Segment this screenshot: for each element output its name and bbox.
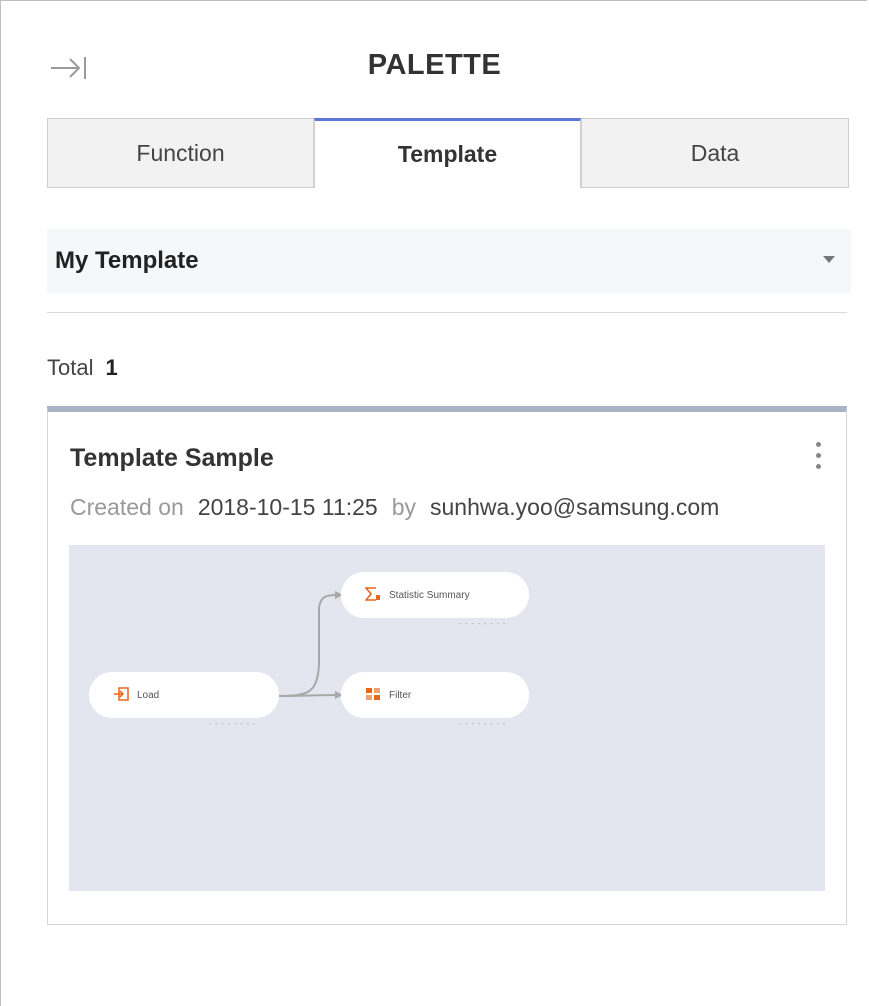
node-label: Load	[137, 689, 160, 701]
chevron-down-icon	[823, 256, 835, 263]
author-email: sunhwa.yoo@samsung.com	[430, 494, 720, 520]
tab-data[interactable]: Data	[581, 118, 849, 188]
total-value: 1	[105, 355, 118, 380]
load-icon	[113, 686, 129, 704]
divider	[47, 312, 847, 313]
tab-label: Data	[690, 139, 740, 166]
node-label: Statistic Summary	[389, 589, 470, 601]
node-load: Load	[89, 672, 279, 718]
node-ports: - - - - - - - -	[209, 721, 257, 728]
node-ports: - - - - - - - -	[459, 721, 507, 728]
node-label: Filter	[389, 689, 412, 701]
template-card[interactable]: Template Sample Created on 2018-10-15 11:…	[47, 406, 847, 925]
tab-label: Function	[136, 139, 225, 166]
tab-template[interactable]: Template	[314, 118, 581, 188]
by-label: by	[391, 494, 416, 520]
more-options-icon[interactable]	[812, 442, 824, 476]
created-label: Created on	[70, 494, 184, 520]
panel-title: PALETTE	[367, 49, 502, 81]
node-filter: Filter	[341, 672, 529, 718]
template-preview: Load - - - - - - - - Statistic Summary -…	[69, 545, 825, 891]
palette-panel: PALETTE Function Template Data My Templa…	[0, 0, 867, 1006]
template-meta: Created on 2018-10-15 11:25 by sunhwa.yoo@s…	[70, 494, 719, 521]
created-date: 2018-10-15 11:25	[197, 494, 378, 520]
palette-tabs: Function Template Data	[47, 118, 849, 188]
tab-function[interactable]: Function	[47, 118, 314, 188]
sigma-icon	[364, 586, 381, 604]
select-value: My Template	[55, 247, 199, 274]
template-type-select[interactable]: My Template	[47, 229, 851, 293]
total-count: Total 1	[47, 355, 118, 381]
node-ports: - - - - - - - -	[459, 621, 507, 628]
filter-icon	[365, 687, 381, 704]
total-label: Total	[47, 355, 94, 380]
template-title: Template Sample	[70, 444, 274, 472]
node-statistic-summary: Statistic Summary	[341, 572, 529, 618]
tab-label: Template	[397, 141, 498, 167]
